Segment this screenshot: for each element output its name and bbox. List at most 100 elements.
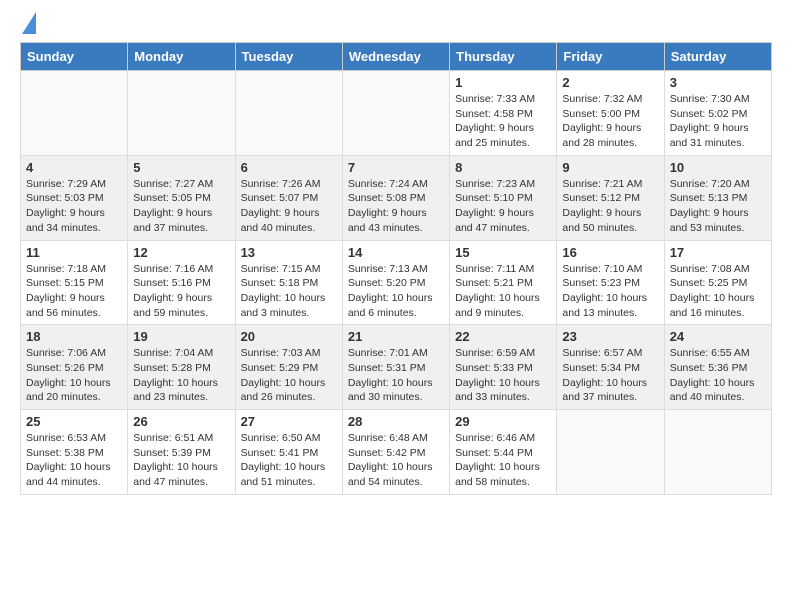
day-info: Sunrise: 7:26 AMSunset: 5:07 PMDaylight:… <box>241 177 337 236</box>
day-info: Sunrise: 6:48 AMSunset: 5:42 PMDaylight:… <box>348 431 444 490</box>
calendar-day-cell: 27 Sunrise: 6:50 AMSunset: 5:41 PMDayligh… <box>235 410 342 495</box>
calendar-day-cell: 29 Sunrise: 6:46 AMSunset: 5:44 PMDayligh… <box>450 410 557 495</box>
day-number: 26 <box>133 414 229 429</box>
day-number: 24 <box>670 329 766 344</box>
day-number: 6 <box>241 160 337 175</box>
day-number: 18 <box>26 329 122 344</box>
calendar-day-cell: 19 Sunrise: 7:04 AMSunset: 5:28 PMDayligh… <box>128 325 235 410</box>
day-info: Sunrise: 6:50 AMSunset: 5:41 PMDaylight:… <box>241 431 337 490</box>
weekday-header-row: SundayMondayTuesdayWednesdayThursdayFrid… <box>21 43 772 71</box>
day-number: 5 <box>133 160 229 175</box>
day-number: 8 <box>455 160 551 175</box>
calendar-day-cell: 9 Sunrise: 7:21 AMSunset: 5:12 PMDaylight… <box>557 155 664 240</box>
calendar-day-cell: 28 Sunrise: 6:48 AMSunset: 5:42 PMDayligh… <box>342 410 449 495</box>
day-info: Sunrise: 7:11 AMSunset: 5:21 PMDaylight:… <box>455 262 551 321</box>
day-number: 22 <box>455 329 551 344</box>
weekday-header-cell: Tuesday <box>235 43 342 71</box>
day-number: 15 <box>455 245 551 260</box>
day-number: 9 <box>562 160 658 175</box>
calendar-day-cell <box>342 71 449 156</box>
weekday-header-cell: Monday <box>128 43 235 71</box>
day-number: 19 <box>133 329 229 344</box>
calendar-day-cell: 11Sunrise: 7:18 AMSunset: 5:15 PMDayligh… <box>21 240 128 325</box>
calendar-day-cell: 10 Sunrise: 7:20 AMSunset: 5:13 PMDayligh… <box>664 155 771 240</box>
calendar-day-cell: 26 Sunrise: 6:51 AMSunset: 5:39 PMDayligh… <box>128 410 235 495</box>
calendar-day-cell <box>21 71 128 156</box>
calendar-day-cell: 21 Sunrise: 7:01 AMSunset: 5:31 PMDayligh… <box>342 325 449 410</box>
calendar-day-cell: 14 Sunrise: 7:13 AMSunset: 5:20 PMDayligh… <box>342 240 449 325</box>
day-info: Sunrise: 7:08 AMSunset: 5:25 PMDaylight:… <box>670 262 766 321</box>
day-number: 29 <box>455 414 551 429</box>
weekday-header-cell: Saturday <box>664 43 771 71</box>
calendar-day-cell: 2 Sunrise: 7:32 AMSunset: 5:00 PMDaylight… <box>557 71 664 156</box>
calendar-day-cell: 8 Sunrise: 7:23 AMSunset: 5:10 PMDaylight… <box>450 155 557 240</box>
weekday-header-cell: Friday <box>557 43 664 71</box>
calendar-week-row: 1 Sunrise: 7:33 AMSunset: 4:58 PMDaylight… <box>21 71 772 156</box>
day-info: Sunrise: 6:53 AMSunset: 5:38 PMDaylight:… <box>26 431 122 490</box>
day-info: Sunrise: 6:46 AMSunset: 5:44 PMDaylight:… <box>455 431 551 490</box>
day-info: Sunrise: 7:33 AMSunset: 4:58 PMDaylight:… <box>455 92 551 151</box>
calendar-week-row: 18 Sunrise: 7:06 AMSunset: 5:26 PMDayligh… <box>21 325 772 410</box>
day-number: 25 <box>26 414 122 429</box>
day-number: 7 <box>348 160 444 175</box>
day-info: Sunrise: 7:32 AMSunset: 5:00 PMDaylight:… <box>562 92 658 151</box>
day-info: Sunrise: 6:51 AMSunset: 5:39 PMDaylight:… <box>133 431 229 490</box>
calendar-day-cell: 13 Sunrise: 7:15 AMSunset: 5:18 PMDayligh… <box>235 240 342 325</box>
day-number: 20 <box>241 329 337 344</box>
day-number: 2 <box>562 75 658 90</box>
day-info: Sunrise: 7:10 AMSunset: 5:23 PMDaylight:… <box>562 262 658 321</box>
day-info: Sunrise: 7:29 AMSunset: 5:03 PMDaylight:… <box>26 177 122 236</box>
calendar-week-row: 25 Sunrise: 6:53 AMSunset: 5:38 PMDayligh… <box>21 410 772 495</box>
day-info: Sunrise: 7:30 AMSunset: 5:02 PMDaylight:… <box>670 92 766 151</box>
logo <box>20 16 36 34</box>
calendar-day-cell <box>557 410 664 495</box>
calendar-table: SundayMondayTuesdayWednesdayThursdayFrid… <box>20 42 772 495</box>
day-info: Sunrise: 7:04 AMSunset: 5:28 PMDaylight:… <box>133 346 229 405</box>
weekday-header-cell: Sunday <box>21 43 128 71</box>
day-number: 21 <box>348 329 444 344</box>
day-number: 14 <box>348 245 444 260</box>
page-header <box>20 16 772 34</box>
day-number: 10 <box>670 160 766 175</box>
calendar-week-row: 11Sunrise: 7:18 AMSunset: 5:15 PMDayligh… <box>21 240 772 325</box>
day-info: Sunrise: 7:13 AMSunset: 5:20 PMDaylight:… <box>348 262 444 321</box>
weekday-header-cell: Thursday <box>450 43 557 71</box>
calendar-day-cell: 18 Sunrise: 7:06 AMSunset: 5:26 PMDayligh… <box>21 325 128 410</box>
day-number: 27 <box>241 414 337 429</box>
day-number: 13 <box>241 245 337 260</box>
calendar-day-cell <box>664 410 771 495</box>
day-number: 3 <box>670 75 766 90</box>
day-info: Sunrise: 7:23 AMSunset: 5:10 PMDaylight:… <box>455 177 551 236</box>
day-number: 23 <box>562 329 658 344</box>
day-info: Sunrise: 7:01 AMSunset: 5:31 PMDaylight:… <box>348 346 444 405</box>
calendar-day-cell: 6 Sunrise: 7:26 AMSunset: 5:07 PMDaylight… <box>235 155 342 240</box>
day-number: 11 <box>26 245 122 260</box>
day-info: Sunrise: 7:06 AMSunset: 5:26 PMDaylight:… <box>26 346 122 405</box>
day-number: 28 <box>348 414 444 429</box>
calendar-day-cell <box>128 71 235 156</box>
day-info: Sunrise: 6:57 AMSunset: 5:34 PMDaylight:… <box>562 346 658 405</box>
calendar-day-cell: 1 Sunrise: 7:33 AMSunset: 4:58 PMDaylight… <box>450 71 557 156</box>
calendar-day-cell: 12Sunrise: 7:16 AMSunset: 5:16 PMDayligh… <box>128 240 235 325</box>
weekday-header-cell: Wednesday <box>342 43 449 71</box>
calendar-day-cell: 25 Sunrise: 6:53 AMSunset: 5:38 PMDayligh… <box>21 410 128 495</box>
calendar-day-cell: 4 Sunrise: 7:29 AMSunset: 5:03 PMDaylight… <box>21 155 128 240</box>
day-info: Sunrise: 7:15 AMSunset: 5:18 PMDaylight:… <box>241 262 337 321</box>
calendar-day-cell: 3 Sunrise: 7:30 AMSunset: 5:02 PMDaylight… <box>664 71 771 156</box>
day-info: Sunrise: 7:27 AMSunset: 5:05 PMDaylight:… <box>133 177 229 236</box>
day-number: 4 <box>26 160 122 175</box>
day-number: 1 <box>455 75 551 90</box>
day-info: Sunrise: 7:03 AMSunset: 5:29 PMDaylight:… <box>241 346 337 405</box>
calendar-day-cell: 20 Sunrise: 7:03 AMSunset: 5:29 PMDayligh… <box>235 325 342 410</box>
day-number: 16 <box>562 245 658 260</box>
calendar-day-cell: 5 Sunrise: 7:27 AMSunset: 5:05 PMDaylight… <box>128 155 235 240</box>
calendar-week-row: 4 Sunrise: 7:29 AMSunset: 5:03 PMDaylight… <box>21 155 772 240</box>
calendar-day-cell: 7 Sunrise: 7:24 AMSunset: 5:08 PMDaylight… <box>342 155 449 240</box>
day-info: Sunrise: 7:20 AMSunset: 5:13 PMDaylight:… <box>670 177 766 236</box>
calendar-day-cell: 22 Sunrise: 6:59 AMSunset: 5:33 PMDayligh… <box>450 325 557 410</box>
day-info: Sunrise: 6:55 AMSunset: 5:36 PMDaylight:… <box>670 346 766 405</box>
day-info: Sunrise: 7:24 AMSunset: 5:08 PMDaylight:… <box>348 177 444 236</box>
day-info: Sunrise: 7:21 AMSunset: 5:12 PMDaylight:… <box>562 177 658 236</box>
day-info: Sunrise: 6:59 AMSunset: 5:33 PMDaylight:… <box>455 346 551 405</box>
day-info: Sunrise: 7:16 AMSunset: 5:16 PMDaylight:… <box>133 262 229 321</box>
